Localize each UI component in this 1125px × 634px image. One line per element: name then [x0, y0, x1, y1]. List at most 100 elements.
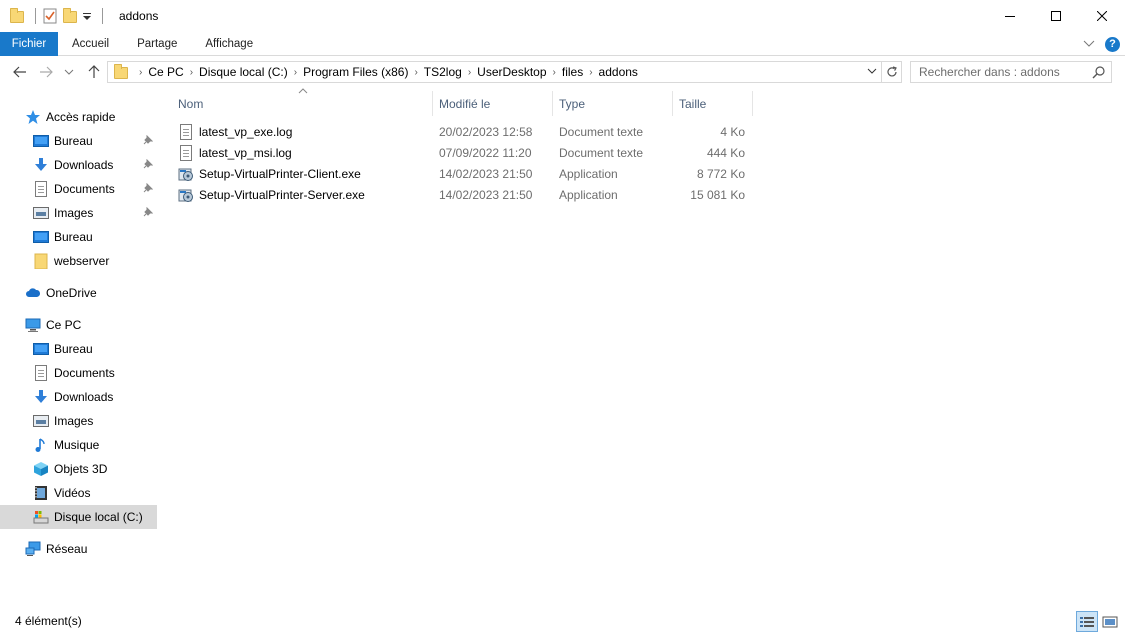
tab-partage[interactable]: Partage: [123, 32, 191, 56]
installer-icon: [178, 187, 194, 203]
text-file-icon: [178, 123, 194, 140]
expand-ribbon-icon[interactable]: [1083, 37, 1095, 51]
refresh-button[interactable]: [882, 61, 902, 83]
table-row[interactable]: Setup-VirtualPrinter-Server.exe 14/02/20…: [176, 184, 751, 205]
pin-icon: [143, 158, 154, 172]
address-dropdown-icon[interactable]: [867, 64, 877, 81]
breadcrumb-ce-pc[interactable]: Ce PC: [148, 65, 183, 79]
breadcrumb-program-files[interactable]: Program Files (x86): [303, 65, 408, 79]
file-type: Application: [559, 166, 618, 181]
sidebar-item-acces-rapide[interactable]: Accès rapide: [0, 105, 157, 129]
search-placeholder: Rechercher dans : addons: [919, 65, 1060, 79]
sidebar-item-musique[interactable]: Musique: [0, 433, 157, 457]
file-name: latest_vp_msi.log: [199, 145, 292, 160]
chevron-right-icon[interactable]: ›: [139, 67, 142, 78]
sidebar-item-documents-2[interactable]: Documents: [0, 361, 157, 385]
item-count: 4 élément(s): [15, 614, 82, 628]
forward-button[interactable]: [36, 62, 56, 82]
help-icon[interactable]: ?: [1105, 36, 1120, 52]
address-bar[interactable]: › Ce PC › Disque local (C:) › Program Files…: [107, 61, 882, 83]
sidebar-item-images-2[interactable]: Images: [0, 409, 157, 433]
sidebar-item-bureau-3[interactable]: Bureau: [0, 337, 157, 361]
sidebar-item-bureau-2[interactable]: Bureau: [0, 225, 157, 249]
chevron-right-icon[interactable]: ›: [468, 67, 471, 78]
text-file-icon: [178, 144, 194, 161]
network-icon: [25, 541, 41, 557]
divider: [102, 8, 103, 24]
pin-icon: [143, 206, 154, 220]
sidebar-item-objets-3d[interactable]: Objets 3D: [0, 457, 157, 481]
title-bar: addons: [0, 0, 1125, 32]
column-header-type[interactable]: Type: [553, 91, 673, 116]
download-icon: [33, 389, 49, 405]
up-button[interactable]: [84, 62, 104, 82]
chevron-right-icon[interactable]: ›: [414, 67, 417, 78]
search-icon[interactable]: [1092, 65, 1106, 82]
folder-icon: [9, 8, 25, 24]
large-icons-view-button[interactable]: [1099, 611, 1121, 632]
sidebar-item-images[interactable]: Images: [0, 201, 157, 225]
ribbon: Fichier Accueil Partage Affichage ?: [0, 32, 1125, 56]
file-size: 8 772 Ko: [696, 166, 745, 181]
breadcrumb-files[interactable]: files: [562, 65, 583, 79]
breadcrumb-disque-local[interactable]: Disque local (C:): [199, 65, 288, 79]
tab-fichier[interactable]: Fichier: [0, 32, 58, 56]
file-modified: 07/09/2022 11:20: [439, 145, 532, 160]
file-type: Document texte: [559, 145, 644, 160]
desktop-icon: [33, 229, 49, 245]
folder-icon: [33, 253, 49, 270]
breadcrumb-addons[interactable]: addons: [599, 65, 638, 79]
table-row[interactable]: latest_vp_msi.log 07/09/2022 11:20 Docum…: [176, 142, 751, 163]
chevron-right-icon[interactable]: ›: [190, 67, 193, 78]
file-name: Setup-VirtualPrinter-Server.exe: [199, 187, 365, 202]
minimize-button[interactable]: [987, 0, 1033, 32]
sidebar-item-downloads[interactable]: Downloads: [0, 153, 157, 177]
file-modified: 14/02/2023 21:50: [439, 166, 533, 181]
sidebar-item-bureau[interactable]: Bureau: [0, 129, 157, 153]
sidebar-item-webserver[interactable]: webserver: [0, 249, 157, 273]
table-row[interactable]: latest_vp_exe.log 20/02/2023 12:58 Docum…: [176, 121, 751, 142]
column-header-size[interactable]: Taille: [673, 91, 753, 116]
quick-access-toolbar: [0, 0, 109, 32]
installer-icon: [178, 166, 194, 182]
documents-icon: [33, 181, 49, 197]
recent-locations-button[interactable]: [62, 62, 76, 82]
customize-toolbar-icon[interactable]: [82, 8, 92, 24]
drive-icon: [33, 509, 49, 525]
computer-icon: [25, 317, 41, 333]
tab-affichage[interactable]: Affichage: [191, 32, 267, 56]
maximize-button[interactable]: [1033, 0, 1079, 32]
properties-icon[interactable]: [42, 8, 58, 24]
column-header-modified[interactable]: Modifié le: [433, 91, 553, 116]
file-name: Setup-VirtualPrinter-Client.exe: [199, 166, 361, 181]
pin-icon: [143, 182, 154, 196]
sidebar-item-videos[interactable]: Vidéos: [0, 481, 157, 505]
file-modified: 20/02/2023 12:58: [439, 124, 533, 139]
search-input[interactable]: Rechercher dans : addons: [910, 61, 1112, 83]
chevron-right-icon[interactable]: ›: [589, 67, 592, 78]
sidebar-item-ce-pc[interactable]: Ce PC: [0, 313, 157, 337]
details-view-button[interactable]: [1076, 611, 1098, 632]
address-row: › Ce PC › Disque local (C:) › Program Files…: [0, 56, 1125, 89]
star-icon: [25, 109, 41, 125]
file-size: 15 081 Ko: [690, 187, 745, 202]
breadcrumb-ts2log[interactable]: TS2log: [424, 65, 462, 79]
table-row[interactable]: Setup-VirtualPrinter-Client.exe 14/02/20…: [176, 163, 751, 184]
chevron-right-icon[interactable]: ›: [553, 67, 556, 78]
sidebar-item-disque-local[interactable]: Disque local (C:): [0, 505, 157, 529]
chevron-right-icon[interactable]: ›: [294, 67, 297, 78]
pin-icon: [143, 134, 154, 148]
music-icon: [33, 437, 49, 453]
close-button[interactable]: [1079, 0, 1125, 32]
sidebar-item-downloads-2[interactable]: Downloads: [0, 385, 157, 409]
sidebar-item-reseau[interactable]: Réseau: [0, 537, 157, 561]
column-header-name[interactable]: Nom: [172, 91, 433, 116]
sidebar-item-documents[interactable]: Documents: [0, 177, 157, 201]
sidebar-item-onedrive[interactable]: OneDrive: [0, 281, 157, 305]
tab-accueil[interactable]: Accueil: [58, 32, 123, 56]
back-button[interactable]: [10, 62, 30, 82]
breadcrumb-userdesktop[interactable]: UserDesktop: [477, 65, 546, 79]
new-folder-icon[interactable]: [62, 8, 78, 24]
file-name: latest_vp_exe.log: [199, 124, 293, 139]
status-bar: 4 élément(s): [0, 601, 1125, 634]
